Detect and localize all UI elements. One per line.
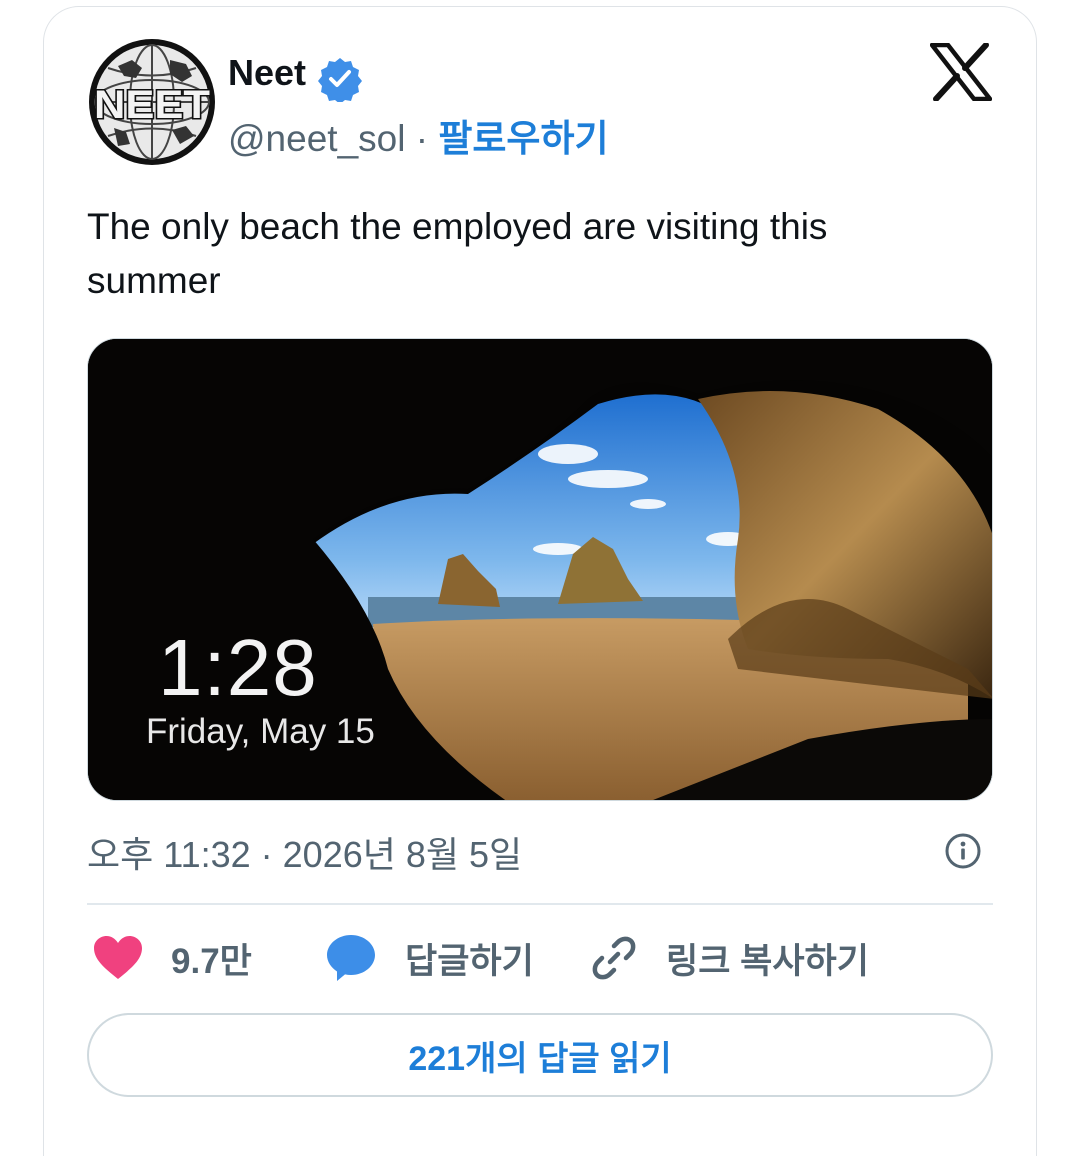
copy-link-label: 링크 복사하기 [666, 941, 869, 981]
author-handle-row: @neet_sol · 팔로우하기 [228, 108, 609, 162]
reply-label: 답글하기 [405, 941, 534, 981]
x-logo-icon[interactable] [930, 43, 992, 101]
read-replies-label: 221개의 답글 읽기 [408, 1039, 672, 1078]
lock-screen-date: Friday, May 15 [146, 712, 375, 751]
like-button[interactable]: 9.7만 [93, 930, 252, 986]
author-avatar[interactable]: NEET [88, 38, 216, 166]
handle-separator: · [415, 118, 429, 159]
divider [87, 903, 993, 905]
lock-screen-time: 1:28 [158, 623, 318, 712]
avatar-text: NEET [94, 83, 210, 127]
link-icon [592, 936, 636, 980]
like-count: 9.7만 [171, 941, 252, 981]
info-icon[interactable] [944, 832, 982, 870]
copy-link-button[interactable]: 링크 복사하기 [590, 930, 869, 986]
author-name[interactable]: Neet [228, 52, 306, 94]
author-handle[interactable]: @neet_sol [228, 118, 405, 159]
verified-badge-icon [318, 58, 362, 102]
tweet-text: The only beach the employed are visiting… [87, 206, 828, 301]
tweet-timestamp[interactable]: 오후 11:32 · 2026년 8월 5일 [87, 826, 522, 878]
follow-button[interactable]: 팔로우하기 [438, 118, 608, 159]
heart-icon [94, 936, 142, 979]
read-replies-button[interactable]: 221개의 답글 읽기 [87, 1013, 993, 1097]
reply-button[interactable]: 답글하기 [325, 930, 534, 986]
reply-icon [327, 935, 375, 981]
